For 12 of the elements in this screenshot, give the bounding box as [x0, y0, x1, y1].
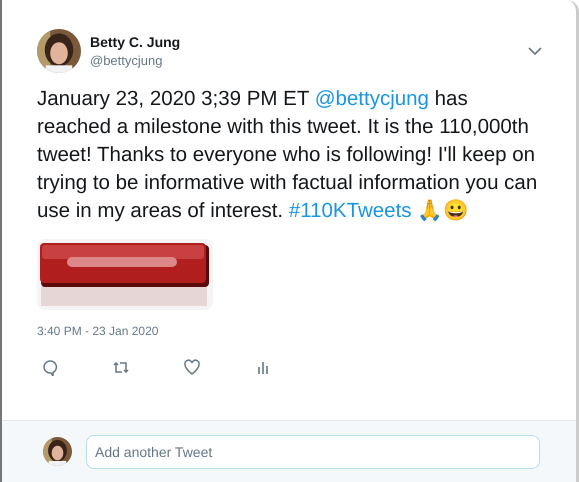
reply-icon[interactable] [41, 358, 59, 376]
tweet-text: January 23, 2020 3;39 PM ET @bettycjung has reached a milestone with this tweet. It is the 110,000th tweet! Thanks to everyone who is following! I'll keep on trying to be informative with factual information you can use in my areas of interest. #110KTweets 🙏😀 [37, 86, 538, 224]
timestamp[interactable]: 3:40 PM - 23 Jan 2020 [37, 324, 544, 338]
avatar[interactable] [37, 29, 81, 73]
link[interactable]: @bettycjung [314, 87, 429, 110]
author-handle[interactable]: @bettycjung [90, 53, 519, 68]
link[interactable]: #110KTweets [288, 199, 412, 222]
chevron-down-icon[interactable] [528, 46, 542, 56]
reply-field[interactable]: Add another Tweet [86, 434, 540, 468]
author-name[interactable]: Betty C. Jung [90, 34, 519, 50]
avatar[interactable] [43, 437, 72, 466]
heart-icon[interactable] [183, 358, 201, 376]
